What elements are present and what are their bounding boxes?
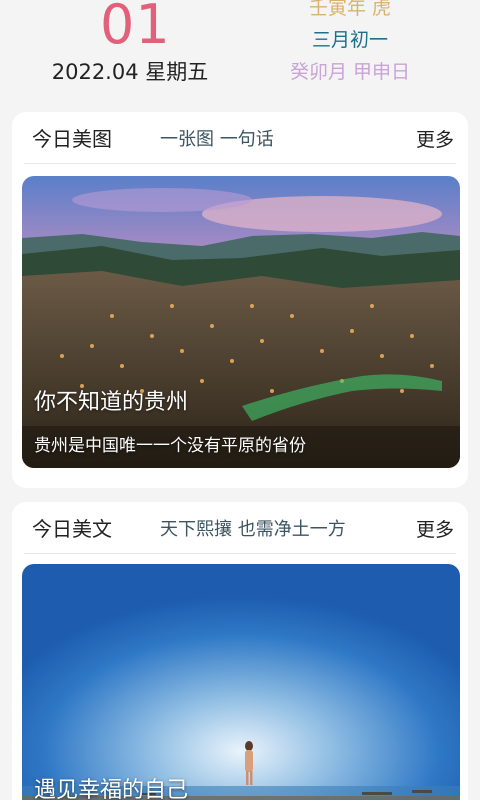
more-link[interactable]: 更多 — [416, 517, 454, 543]
day-number: 01 — [100, 0, 171, 56]
lake-figure-illustration — [22, 564, 460, 800]
divider — [24, 553, 456, 554]
photo-title: 你不知道的贵州 — [34, 390, 189, 415]
card-subtitle: 一张图 一句话 — [160, 129, 274, 150]
daily-photo-card: 今日美图 一张图 一句话 更多 你不知道的贵州 贵州是中国唯一一个没有平原的省份 — [12, 112, 468, 488]
photo-description: 贵州是中国唯一一个没有平原的省份 — [34, 436, 306, 456]
more-link[interactable]: 更多 — [416, 127, 454, 153]
date-weekday: 2022.04 星期五 — [51, 60, 209, 84]
lunar-year: 壬寅年 虎 — [308, 0, 392, 19]
ganzhi-date: 癸卯月 甲申日 — [289, 61, 411, 83]
village-landscape-illustration — [22, 176, 460, 468]
card-title: 今日美文 — [32, 517, 112, 541]
page: 01 2022.04 星期五 壬寅年 虎 三月初一 癸卯月 甲申日 今日美图 一… — [0, 0, 480, 800]
daily-article-image[interactable]: 遇见幸福的自己 — [22, 564, 460, 800]
article-title: 遇见幸福的自己 — [34, 778, 189, 800]
daily-article-header: 今日美文 天下熙攘 也需净土一方 更多 — [12, 502, 468, 554]
daily-article-card: 今日美文 天下熙攘 也需净土一方 更多 遇见幸福的自己 — [12, 502, 468, 800]
daily-photo-image[interactable]: 你不知道的贵州 贵州是中国唯一一个没有平原的省份 — [22, 176, 460, 468]
date-header: 01 2022.04 星期五 壬寅年 虎 三月初一 癸卯月 甲申日 — [0, 0, 480, 110]
card-title: 今日美图 — [32, 127, 112, 151]
card-subtitle: 天下熙攘 也需净土一方 — [160, 519, 346, 540]
lunar-date: 三月初一 — [311, 29, 388, 51]
daily-photo-header: 今日美图 一张图 一句话 更多 — [12, 112, 468, 164]
divider — [24, 163, 456, 164]
